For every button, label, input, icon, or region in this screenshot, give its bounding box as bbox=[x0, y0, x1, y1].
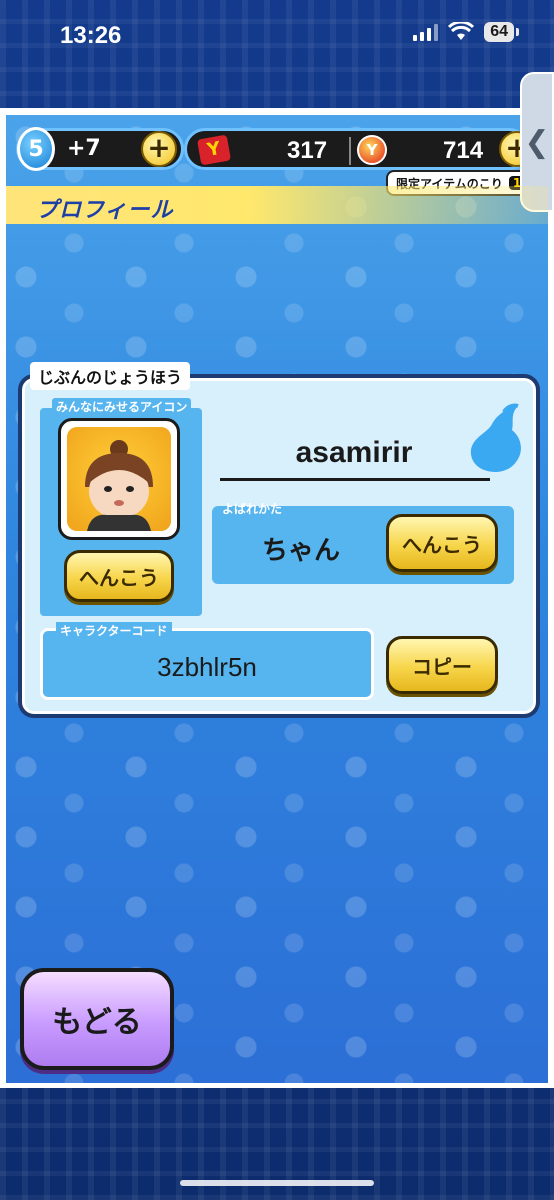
copy-code-button[interactable]: コピー bbox=[386, 636, 498, 694]
character-code-label: キャラクターコード bbox=[56, 622, 172, 639]
blue-drop-icon bbox=[470, 403, 521, 472]
coin-icon: Y bbox=[357, 135, 387, 165]
currency-divider bbox=[349, 137, 351, 165]
call-name-label: よばれかた bbox=[222, 502, 283, 516]
stamina-counter: 5 +7 + bbox=[16, 127, 184, 171]
username: asamirir bbox=[295, 436, 413, 469]
back-button[interactable]: もどる bbox=[20, 968, 174, 1070]
status-bar: 13:26 64 bbox=[0, 0, 554, 72]
profile-section-label: じぶんのじょうほう bbox=[30, 362, 191, 390]
battery-indicator: 64 bbox=[484, 22, 519, 42]
stamina-level-icon: 5 bbox=[17, 127, 55, 171]
character-code-value: 3zbhlr5n bbox=[157, 652, 257, 682]
currency-bar: 5 +7 + Y 317 Y 714 + bbox=[6, 124, 548, 174]
call-name-value: ちゃん bbox=[262, 536, 341, 566]
home-indicator[interactable] bbox=[180, 1180, 374, 1186]
ticket-icon: Y bbox=[196, 134, 232, 166]
coin-count: 714 bbox=[443, 137, 484, 164]
avatar bbox=[67, 427, 171, 531]
add-stamina-button[interactable]: + bbox=[141, 131, 177, 167]
wifi-icon bbox=[448, 22, 475, 40]
currency-counter: Y 317 Y 714 + bbox=[184, 128, 535, 170]
change-call-name-button[interactable]: へんこう bbox=[386, 514, 498, 572]
icon-section-label: みんなにみせるアイコン bbox=[52, 398, 192, 415]
status-icons: 64 bbox=[413, 22, 519, 42]
cellular-signal-icon bbox=[413, 23, 439, 41]
username-underline bbox=[220, 478, 490, 481]
change-icon-button[interactable]: へんこう bbox=[64, 550, 174, 602]
avatar-frame bbox=[58, 418, 180, 540]
stamina-bonus: +7 bbox=[67, 136, 101, 161]
status-time: 13:26 bbox=[60, 22, 122, 49]
avatar-character-icon bbox=[85, 440, 153, 531]
ticket-count: 317 bbox=[287, 137, 328, 164]
page-title: プロフィール bbox=[36, 198, 174, 223]
